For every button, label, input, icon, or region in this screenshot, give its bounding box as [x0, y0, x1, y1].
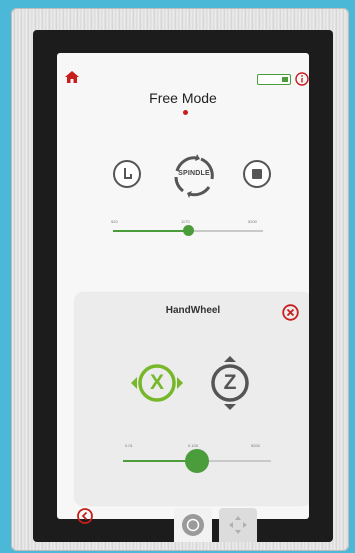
- jog-icon: [182, 514, 204, 536]
- speed-slider-thumb[interactable]: [182, 225, 194, 236]
- handwheel-tick-max: 5200: [251, 443, 260, 448]
- axis-z-button[interactable]: Z: [200, 353, 260, 413]
- stop-button[interactable]: [243, 160, 271, 188]
- tool-left-icon: [124, 168, 132, 179]
- battery-icon: [257, 74, 291, 85]
- handwheel-tick-min: 0.01: [125, 443, 133, 448]
- direction-pad-icon: [229, 516, 247, 534]
- spindle-button[interactable]: SPINDLE: [167, 149, 221, 203]
- handwheel-panel: HandWheel X Z 0.01 0.100 5200: [75, 293, 309, 505]
- home-icon[interactable]: [65, 71, 79, 83]
- page-title: Free Mode: [149, 90, 217, 106]
- handwheel-tick-mid: 0.100: [188, 443, 199, 448]
- tab-direction[interactable]: [219, 508, 257, 542]
- tablet-bezel: Free Mode SPINDLE 520 1170 5200 HandWhee…: [33, 30, 333, 542]
- back-icon[interactable]: [77, 508, 93, 524]
- axis-z-label: Z: [223, 371, 237, 394]
- speed-tick-min: 520: [111, 219, 118, 224]
- spindle-label: SPINDLE: [178, 170, 210, 177]
- axis-x-button[interactable]: X: [127, 353, 187, 413]
- info-icon[interactable]: [295, 72, 309, 86]
- handwheel-slider-thumb[interactable]: [185, 449, 209, 473]
- speed-tick-mid: 1170: [181, 219, 190, 224]
- tab-jog[interactable]: [174, 508, 212, 542]
- app-screen: Free Mode SPINDLE 520 1170 5200 HandWhee…: [57, 53, 309, 519]
- stop-icon: [252, 169, 262, 179]
- tool-left-button[interactable]: [113, 160, 141, 188]
- device-frame: Free Mode SPINDLE 520 1170 5200 HandWhee…: [11, 8, 349, 551]
- mode-indicator-dot: [183, 110, 188, 115]
- axis-x-label: X: [149, 371, 164, 394]
- speed-tick-max: 5200: [248, 219, 257, 224]
- handwheel-title: HandWheel: [165, 305, 221, 316]
- speed-slider-fill: [113, 230, 188, 232]
- close-icon[interactable]: [282, 304, 299, 321]
